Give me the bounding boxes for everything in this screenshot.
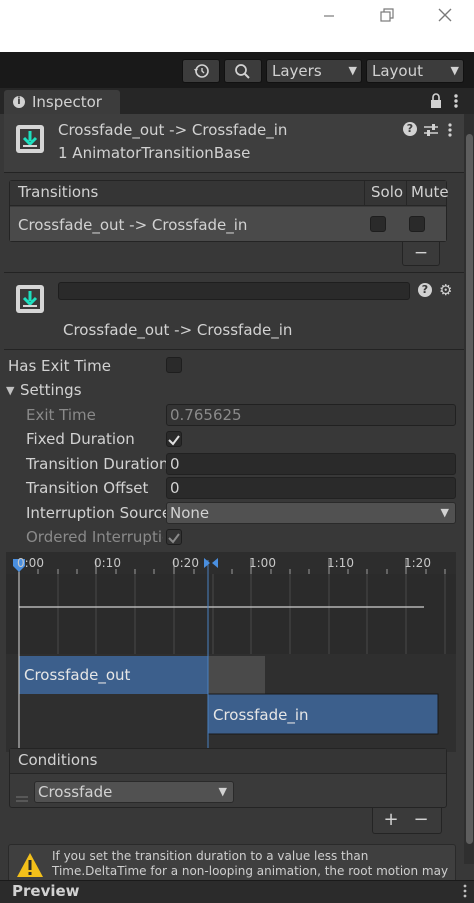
search-icon (235, 64, 250, 79)
drag-handle-icon[interactable] (15, 788, 29, 802)
checkmark-icon (168, 435, 180, 446)
transition-offset-field[interactable]: 0 (166, 477, 456, 499)
ordered-interruption-checkbox (166, 529, 182, 545)
add-condition-button[interactable]: + (380, 809, 402, 831)
layout-label: Layout (372, 62, 423, 80)
transition-duration-field[interactable]: 0 (166, 453, 456, 475)
settings-foldout[interactable]: Settings (20, 381, 82, 399)
transition-icon (15, 124, 45, 154)
mute-checkbox[interactable] (409, 216, 425, 232)
help-icon[interactable]: ? (403, 122, 417, 136)
exit-time-field: 0.765625 (166, 404, 456, 426)
tab-inspector[interactable]: i Inspector (4, 90, 120, 114)
scrollbar-thumb[interactable] (466, 134, 473, 844)
help-icon[interactable]: ? (418, 283, 432, 297)
restore-icon[interactable] (376, 4, 398, 26)
transition-offset-label: Transition Offset (26, 479, 149, 497)
chevron-down-icon: ▼ (440, 506, 449, 519)
tab-inspector-label: Inspector (32, 93, 102, 111)
close-icon[interactable] (434, 4, 456, 26)
timeline-tick-label: 1:20 (404, 556, 431, 570)
more-options-icon[interactable] (462, 883, 468, 899)
timeline-tick-label: 1:10 (327, 556, 354, 570)
foldout-arrow-icon[interactable]: ▼ (6, 384, 14, 397)
condition-parameter-dropdown[interactable]: Crossfade ▼ (34, 781, 234, 803)
history-button[interactable] (182, 59, 220, 83)
exit-time-label: Exit Time (26, 406, 96, 424)
timeline-tick-label: 0:00 (17, 556, 44, 570)
lock-icon[interactable] (428, 92, 444, 110)
has-exit-time-label: Has Exit Time (8, 357, 111, 375)
transition-duration-label: Transition Duration (26, 455, 169, 473)
chevron-down-icon: ▼ (218, 785, 227, 798)
warning-line-2: Time.DeltaTime for a non-looping animati… (52, 864, 449, 878)
inspector-subtitle: 1 AnimatorTransitionBase (58, 144, 251, 162)
warning-line-1: If you set the transition duration to a … (52, 849, 369, 863)
history-icon (194, 64, 209, 78)
fixed-duration-label: Fixed Duration (26, 430, 135, 448)
more-options-icon[interactable] (450, 92, 462, 110)
fixed-duration-checkbox[interactable] (166, 431, 182, 447)
remove-transition-button[interactable]: − (402, 242, 440, 266)
solo-column-header: Solo (371, 183, 404, 201)
layers-label: Layers (272, 62, 322, 80)
transition-icon (15, 284, 45, 314)
window-title-bar (0, 0, 474, 52)
warning-icon (17, 853, 43, 877)
warning-box: If you set the transition duration to a … (8, 844, 456, 884)
solo-checkbox[interactable] (370, 216, 386, 232)
clip-crossfade-out[interactable]: Crossfade_out (24, 666, 130, 684)
chevron-down-icon: ▼ (348, 64, 357, 77)
column-divider (406, 181, 407, 205)
mute-column-header: Mute (411, 183, 449, 201)
search-button[interactable] (224, 59, 262, 83)
condition-parameter-value: Crossfade (38, 783, 113, 801)
conditions-header: Conditions (18, 751, 98, 769)
interruption-source-label: Interruption Source (26, 504, 172, 522)
transition-timeline[interactable]: 0:00 0:10 0:20 1:00 1:10 1:20 Crossfade_… (6, 552, 456, 752)
transition-name-label: Crossfade_out -> Crossfade_in (63, 321, 293, 339)
info-icon: i (13, 96, 25, 108)
divider (4, 349, 464, 350)
remove-condition-button[interactable]: − (410, 809, 432, 831)
has-exit-time-checkbox[interactable] (166, 357, 182, 373)
layers-dropdown[interactable]: Layers ▼ (266, 59, 362, 83)
checkmark-icon (168, 533, 180, 544)
minimize-icon[interactable] (318, 4, 340, 26)
inspector-title: Crossfade_out -> Crossfade_in (58, 121, 288, 139)
timeline-tick-label: 0:10 (94, 556, 121, 570)
presets-icon[interactable] (423, 122, 439, 136)
preview-label: Preview (12, 882, 80, 900)
transitions-header: Transitions (18, 183, 99, 201)
transition-name-field[interactable] (58, 282, 410, 300)
transition-row-label: Crossfade_out -> Crossfade_in (18, 216, 248, 234)
gear-icon[interactable]: ⚙ (439, 282, 455, 298)
divider (4, 272, 464, 273)
interruption-source-dropdown[interactable]: None ▼ (166, 502, 456, 524)
chevron-down-icon: ▼ (450, 64, 459, 77)
more-options-icon[interactable] (444, 122, 456, 138)
ordered-interruption-label: Ordered Interruptio (26, 528, 163, 546)
timeline-tick-label: 0:20 (172, 556, 199, 570)
clip-crossfade-in[interactable]: Crossfade_in (213, 706, 309, 724)
layout-dropdown[interactable]: Layout ▼ (366, 59, 464, 83)
interruption-source-value: None (170, 504, 210, 522)
timeline-tick-label: 1:00 (249, 556, 276, 570)
column-divider (364, 181, 365, 205)
